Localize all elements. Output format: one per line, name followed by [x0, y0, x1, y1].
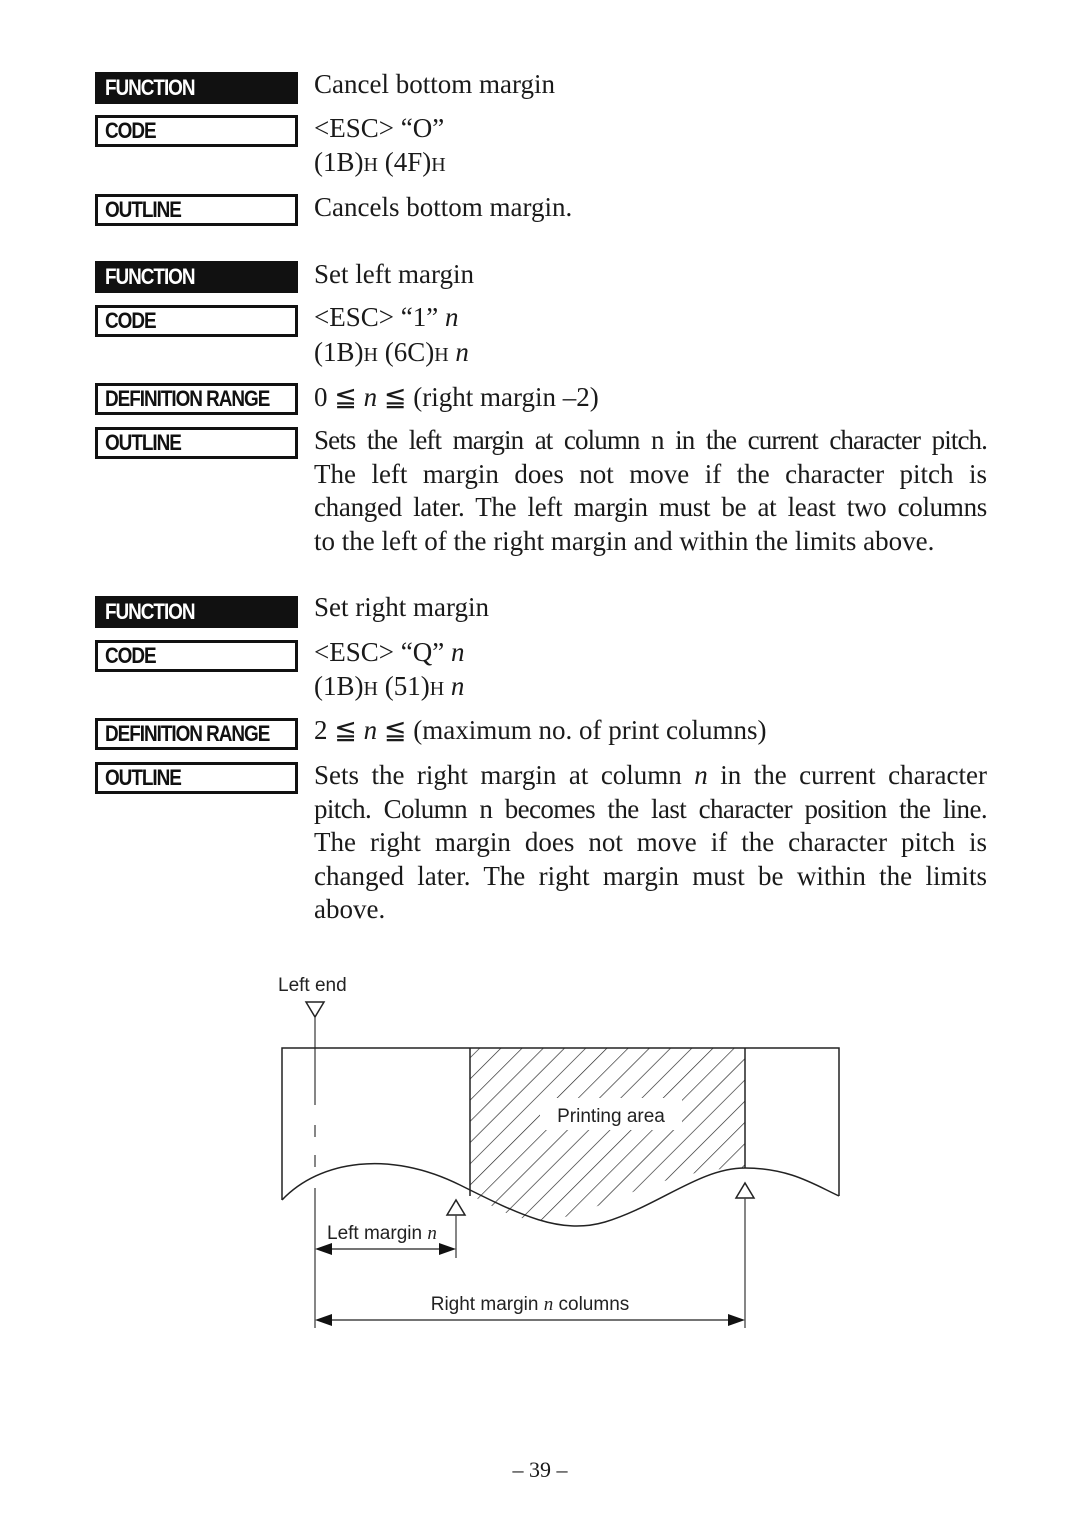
arrow-right-icon [728, 1314, 745, 1326]
right-margin-marker-icon [734, 1181, 756, 1199]
left-margin-marker-icon [445, 1198, 467, 1216]
left-end-marker-icon [304, 1001, 326, 1019]
arrow-left-icon [315, 1314, 332, 1326]
left-margin-label: Left margin n [327, 1223, 437, 1244]
arrow-left-icon [315, 1243, 332, 1255]
printing-area-label: Printing area [557, 1106, 665, 1127]
left-end-label: Left end [278, 975, 347, 996]
right-margin-label: Right margin n columns [431, 1294, 630, 1315]
arrow-right-icon [439, 1243, 456, 1255]
margin-diagram: Left end Printing area Left margin n Rig… [278, 975, 840, 1328]
printing-area-hatch [470, 1048, 745, 1221]
page-number: – 39 – [512, 1457, 568, 1482]
